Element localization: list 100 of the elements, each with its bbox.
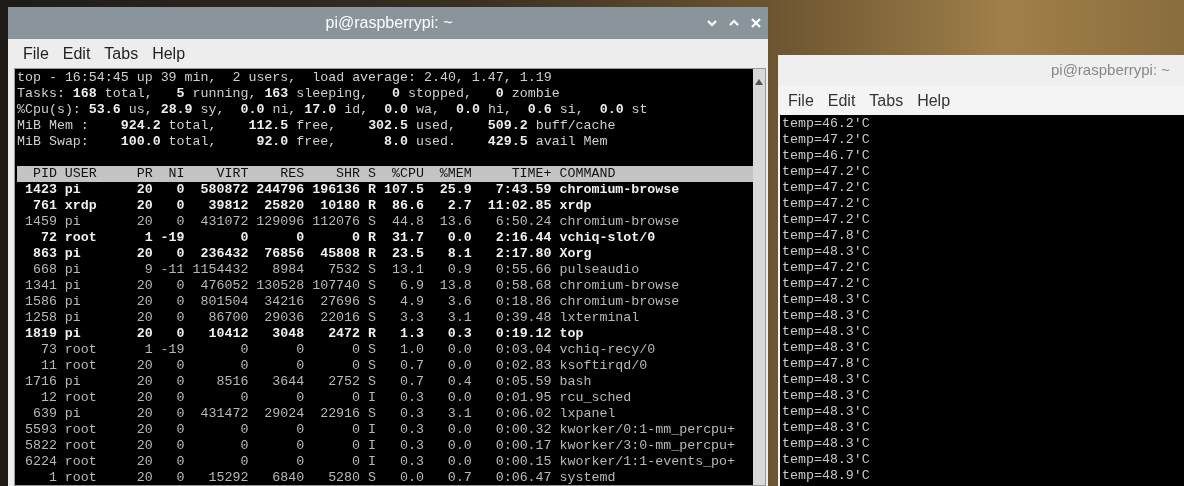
table-cell-text: 0 [175,406,185,422]
table-cell-text: 73 [39,342,57,358]
table-cell-text: 11 [39,358,57,374]
table-cell-text: bash [558,374,592,390]
table-cell-text: 196136 [311,182,361,198]
table-cell-text: 9 [143,262,153,278]
table-cell-text: pi [63,246,82,262]
table-cell-text: pi [63,406,82,422]
table-cell-text: 0 [351,230,361,246]
table-cell-text: 0.0 [446,438,472,454]
table-cell-text: 1.0 [398,342,424,358]
table-cell-text: vchiq-recy/0 [558,342,656,358]
menu-item[interactable]: Help [152,41,186,66]
menu-item[interactable]: Tabs [869,88,904,113]
table-cell-text: 34216 [263,294,305,310]
table-cell-text: S [367,374,376,390]
menu-item[interactable]: File [788,88,814,113]
table-cell-text: 112076 [311,214,361,230]
table-cell-text: 20 [135,198,153,214]
table-cell-text: 20 [135,422,153,438]
table-cell-text: 0.0 [398,470,424,485]
table-cell-text: rcu_sched [558,390,632,406]
output-line: temp=48.3'C [782,372,871,388]
table-cell-text: 0 [295,422,305,438]
table-cell-text: 1341 [23,278,57,294]
table-cell-text: 20 [135,246,153,262]
table-cell-text: root [63,358,98,374]
table-cell-text: 431472 [199,406,249,422]
table-cell-text: 801504 [199,294,249,310]
table-cell-text: I [367,422,376,438]
table-cell-text: 1 [47,470,57,485]
table-cell-text: 1154432 [191,262,249,278]
table-cell-text: 20 [135,358,153,374]
menu-item[interactable]: Edit [827,88,856,113]
table-cell-text: 5593 [23,422,57,438]
table-cell-text: 0:06.02 [494,406,552,422]
menu-item[interactable]: Help [917,88,951,113]
table-cell-text: chromium-browse [558,214,680,230]
table-cell-text: 0 [239,438,249,454]
table-cell-text: Xorg [558,246,592,262]
column-header: VIRT [215,166,249,182]
output-line: temp=46.7'C [782,148,871,164]
table-cell-text: 761 [31,198,57,214]
output-line: temp=47.2'C [782,196,871,212]
table-cell-text: 12 [39,390,57,406]
table-cell-text: 1819 [23,326,57,342]
table-cell-text: pi [63,214,82,230]
summary-line: %Cpu(s): 53.6 us, 28.9 sy, 0.0 ni, 17.0 id, 0.0 wa, 0.0 hi, 0.6 si, 0.0 st [17,102,649,118]
table-cell-text: 129096 [255,214,305,230]
table-cell-text: root [63,470,98,485]
output-line: temp=48.3'C [782,292,871,308]
menu-item[interactable]: Tabs [104,41,139,66]
table-cell-text: 8984 [271,262,305,278]
table-cell-text: root [63,454,98,470]
table-cell-text: 10412 [207,326,249,342]
menu-item[interactable]: Edit [62,41,91,66]
table-cell-text: 8516 [215,374,249,390]
column-header: SHR [335,166,361,182]
table-cell-text: 0 [175,198,185,214]
table-cell-text: -19 [159,230,185,246]
table-cell-text: 25820 [263,198,305,214]
output-line: temp=47.8'C [782,228,871,244]
table-cell-text: S [367,262,376,278]
table-cell-text: 20 [135,390,153,406]
table-cell-text: 0:06.47 [494,470,552,485]
output-line: temp=47.2'C [782,212,871,228]
table-cell-text: chromium-browse [558,182,680,198]
table-cell-text: 72 [39,230,57,246]
table-cell-text: 20 [135,438,153,454]
column-header: COMMAND [558,166,616,182]
menu-item[interactable]: File [23,41,49,66]
table-cell-text: 10180 [319,198,361,214]
table-cell-text: 2472 [327,326,361,342]
table-cell-text: 0 [239,422,249,438]
table-cell-text: 5822 [23,438,57,454]
table-cell-text: 11:02.85 [486,198,552,214]
table-cell-text: S [367,406,376,422]
table-cell-text: 0 [239,390,249,406]
table-cell-text: 20 [135,182,153,198]
table-cell-text: 5280 [327,470,361,485]
table-cell-text: 0.3 [398,422,424,438]
column-header: PID [31,166,57,182]
table-cell-text: 0 [175,390,185,406]
summary-line: top - 16:54:45 up 39 min, 2 users, load average: 2.40, 1.47, 1.19 [17,70,553,86]
table-cell-text: systemd [558,470,616,485]
scroll-up-arrow-icon[interactable] [755,79,763,85]
output-line: temp=46.2'C [782,116,871,132]
table-cell-text: 3.6 [446,294,472,310]
output-line: temp=48.3'C [782,324,871,340]
table-cell-text: R [367,198,376,214]
table-cell-text: chromium-browse [558,278,680,294]
table-cell-text: 244796 [255,182,305,198]
table-cell-text: S [367,342,376,358]
table-cell-text: 0 [175,278,185,294]
summary-line: MiB Mem : 924.2 total, 112.5 free, 302.5 used, 509.2 buff/cache [17,118,617,134]
output-line: temp=47.8'C [782,356,871,372]
table-cell-text: 6840 [271,470,305,485]
table-cell-text: 0 [295,390,305,406]
table-cell-text: 1716 [23,374,57,390]
table-cell-text: 0 [175,374,185,390]
